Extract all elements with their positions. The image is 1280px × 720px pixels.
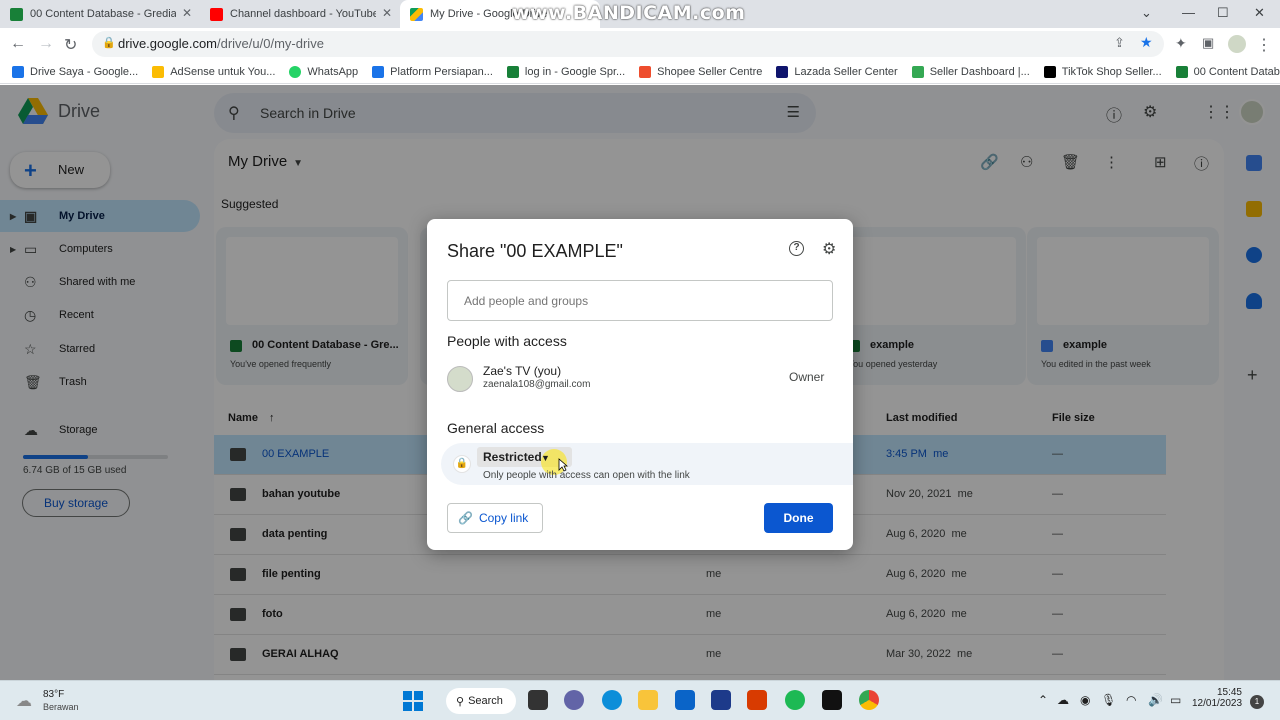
close-icon[interactable]: ✕ [382,6,392,20]
screen: 00 Content Database - Gredia - G ✕ Chann… [0,0,1280,720]
person-email: zaenala108@gmail.com [483,379,591,390]
copy-link-button[interactable]: 🔗 Copy link [447,503,543,533]
volume-icon[interactable]: 🔊 [1148,693,1163,707]
capcut-icon[interactable] [822,690,842,710]
avatar [447,366,473,392]
profile-avatar[interactable] [1228,35,1246,53]
dialog-title: Share "00 EXAMPLE" [447,241,623,261]
tiktok-icon [1043,65,1056,78]
lazada-icon [776,65,789,78]
side-panel-icon[interactable]: ▣ [1202,35,1214,51]
tab-label: 00 Content Database - Gredia - G [30,8,176,20]
network-cloud-icon[interactable]: ☁ [1057,693,1069,707]
taskbar-search-button[interactable]: ⚲ Search [446,688,516,714]
sheets-icon [10,8,23,21]
bookmark-seller-dashboard[interactable]: Seller Dashboard |... [911,65,1030,78]
drive-icon [410,8,423,21]
chat-icon[interactable] [564,690,584,710]
add-people-input[interactable] [447,280,833,321]
bookmark-content-db[interactable]: 00 Content Databas... [1175,65,1280,78]
spotify-icon[interactable] [785,690,805,710]
store-icon[interactable] [711,690,731,710]
search-icon: ⚲ [456,695,465,708]
mail-icon[interactable] [675,690,695,710]
bookmark-drive[interactable]: Drive Saya - Google... [12,65,138,78]
maximize-icon[interactable]: ☐ [1217,5,1229,21]
forward-icon[interactable]: → [38,35,54,53]
chrome-icon[interactable] [859,690,879,710]
general-access-heading: General access [447,420,545,436]
back-icon[interactable]: ← [10,35,26,53]
lightning-icon [372,65,385,78]
bookmark-whatsapp[interactable]: WhatsApp [289,65,358,78]
bookmarks-bar: Drive Saya - Google... AdSense untuk You… [0,60,1280,84]
edge-icon[interactable] [602,690,622,710]
bookmark-lazada[interactable]: Lazada Seller Center [776,65,898,78]
cloud-icon: ☁ [16,693,32,710]
extensions-icon[interactable]: ✦ [1175,35,1187,52]
microphone-icon[interactable]: 🎙 [1101,693,1116,707]
people-with-access-heading: People with access [447,333,567,349]
person-role: Owner [789,370,825,384]
taskbar: ☁ 83°F Berawan ⚲ Search ⌃ ☁ ◉ 🎙 ◠ 🔊 ▭ 15… [0,680,1280,720]
bookmark-adsense[interactable]: AdSense untuk You... [152,65,275,78]
browser-tab-content-database[interactable]: 00 Content Database - Gredia - G ✕ [0,0,200,28]
bookmark-sheets-login[interactable]: log in - Google Spr... [506,65,625,78]
lock-icon: 🔒 [102,37,116,49]
bookmark-tiktok[interactable]: TikTok Shop Seller... [1043,65,1162,78]
windows-start-icon[interactable] [403,691,423,711]
lock-icon: 🔒 [453,455,471,473]
done-button[interactable]: Done [764,503,833,533]
whatsapp-icon [289,65,302,78]
bookmark-star-icon[interactable]: ★ [1140,34,1153,51]
general-access-row: 🔒 Restricted ▼ Only people with access c… [441,443,853,485]
recorder-watermark: www.BANDICAM.com [512,2,746,24]
drive-icon [12,65,24,78]
battery-icon[interactable]: ▭ [1170,693,1181,707]
file-explorer-icon[interactable] [638,690,658,710]
reload-icon[interactable]: ↻ [64,35,77,55]
menu-icon[interactable]: ⋮ [1256,35,1272,55]
wifi-icon[interactable]: ◠ [1126,693,1136,707]
office-icon[interactable] [747,690,767,710]
caret-down-icon[interactable]: ▼ [541,453,550,463]
gear-icon[interactable]: ⚙ [822,239,836,259]
system-clock[interactable]: 15:45 12/01/2023 [1192,687,1242,709]
address-bar: ← → ↻ 🔒 drive.google.com/drive/u/0/my-dr… [0,28,1280,60]
close-window-icon[interactable]: ✕ [1254,5,1265,21]
tab-label: Channel dashboard - YouTube St [230,8,376,20]
minimize-icon[interactable]: — [1182,5,1195,20]
browser-tab-youtube[interactable]: Channel dashboard - YouTube St ✕ [200,0,400,28]
person-name: Zae's TV (you) [483,364,562,378]
notification-badge[interactable]: 1 [1250,695,1264,709]
task-view-icon[interactable] [528,690,548,710]
link-icon: 🔗 [458,511,473,525]
close-icon[interactable]: ✕ [182,6,192,20]
youtube-icon [210,8,223,21]
bookmark-platform[interactable]: Platform Persiapan... [372,65,493,78]
shopee-icon [639,65,652,78]
sheets-icon [506,65,519,78]
location-icon[interactable]: ◉ [1080,693,1090,707]
bookmark-shopee[interactable]: Shopee Seller Centre [639,65,762,78]
seller-icon [911,65,924,78]
share-icon[interactable]: ⇪ [1114,35,1125,51]
share-dialog: Share "00 EXAMPLE" ? ⚙ People with acces… [427,219,853,550]
adsense-icon [152,65,165,78]
sheets-icon [1175,65,1188,78]
chevron-up-icon[interactable]: ⌃ [1038,693,1048,707]
access-description: Only people with access can open with th… [483,470,690,481]
chevron-down-icon[interactable]: ⌄ [1141,5,1152,21]
url-text: drive.google.com/drive/u/0/my-drive [118,36,324,51]
help-icon[interactable]: ? [789,241,804,256]
url-input[interactable]: 🔒 drive.google.com/drive/u/0/my-drive ⇪ … [92,31,1164,57]
